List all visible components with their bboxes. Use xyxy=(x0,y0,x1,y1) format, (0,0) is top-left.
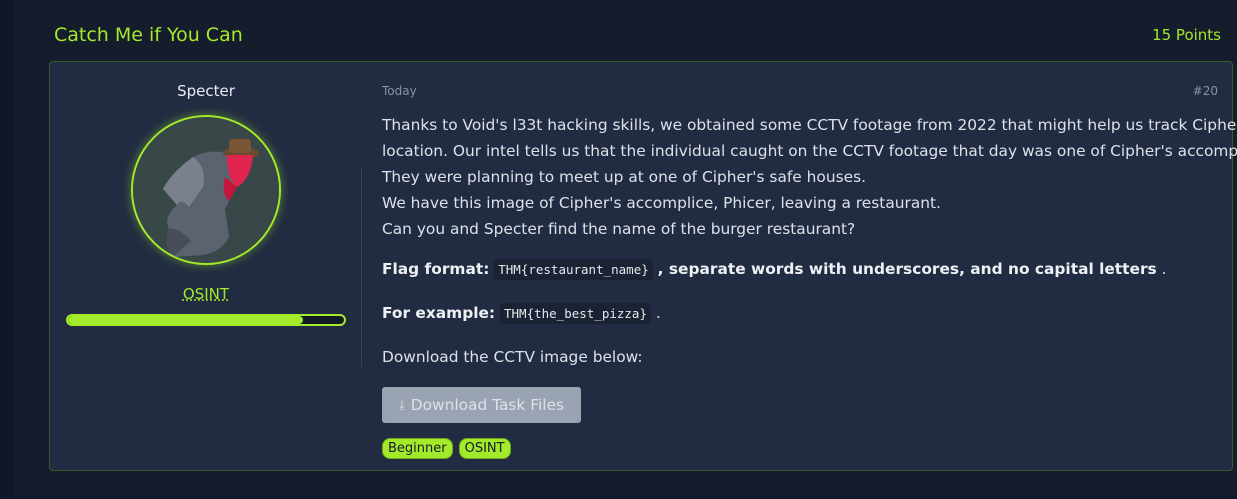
flag-format-code: THM{restaurant_name} xyxy=(494,259,653,280)
rank-progress-fill xyxy=(68,316,303,324)
flag-format-end: . xyxy=(1161,260,1167,278)
task-number: #20 xyxy=(1192,84,1218,98)
flag-format-line: Flag format: THM{restaurant_name} , sepa… xyxy=(382,259,1167,280)
author-name[interactable]: Specter xyxy=(66,82,346,100)
task-title: Catch Me if You Can xyxy=(54,24,243,46)
task-card: Specter OSINT Today #20 Thanks to Void's… xyxy=(49,61,1237,471)
example-end: . xyxy=(655,304,661,322)
description-line: We have this image of Cipher's accomplic… xyxy=(382,194,941,212)
download-button-label: Download Task Files xyxy=(410,396,565,414)
description-line: location. Our intel tells us that the in… xyxy=(382,142,1237,160)
rank-progress-bar xyxy=(66,314,346,326)
hacker-figure-icon xyxy=(133,117,279,263)
divider xyxy=(361,167,362,367)
download-icon: ⤓ xyxy=(398,397,405,413)
flag-format-note: , separate words with underscores, and n… xyxy=(657,260,1157,278)
description-line: Thanks to Void's l33t hacking skills, we… xyxy=(382,116,1237,134)
tag-list: Beginner OSINT xyxy=(382,438,511,459)
description-line: They were planning to meet up at one of … xyxy=(382,168,866,186)
post-date: Today xyxy=(382,84,417,98)
tag-osint[interactable]: OSINT xyxy=(458,438,511,459)
download-task-files-button[interactable]: ⤓ Download Task Files xyxy=(382,387,581,423)
description-line: Can you and Specter find the name of the… xyxy=(382,220,856,238)
task-points: 15 Points xyxy=(1152,26,1221,44)
example-code: THM{the_best_pizza} xyxy=(500,303,651,324)
tag-beginner[interactable]: Beginner xyxy=(382,438,453,459)
example-line: For example: THM{the_best_pizza} . xyxy=(382,303,661,324)
avatar[interactable] xyxy=(131,115,281,265)
download-instruction: Download the CCTV image below: xyxy=(382,348,643,366)
example-label: For example: xyxy=(382,304,496,322)
flag-format-label: Flag format: xyxy=(382,260,490,278)
author-rank[interactable]: OSINT xyxy=(66,285,346,303)
task-panel: Catch Me if You Can 15 Points Specter OS… xyxy=(13,0,1237,496)
task-description: Thanks to Void's l33t hacking skills, we… xyxy=(382,112,1237,242)
